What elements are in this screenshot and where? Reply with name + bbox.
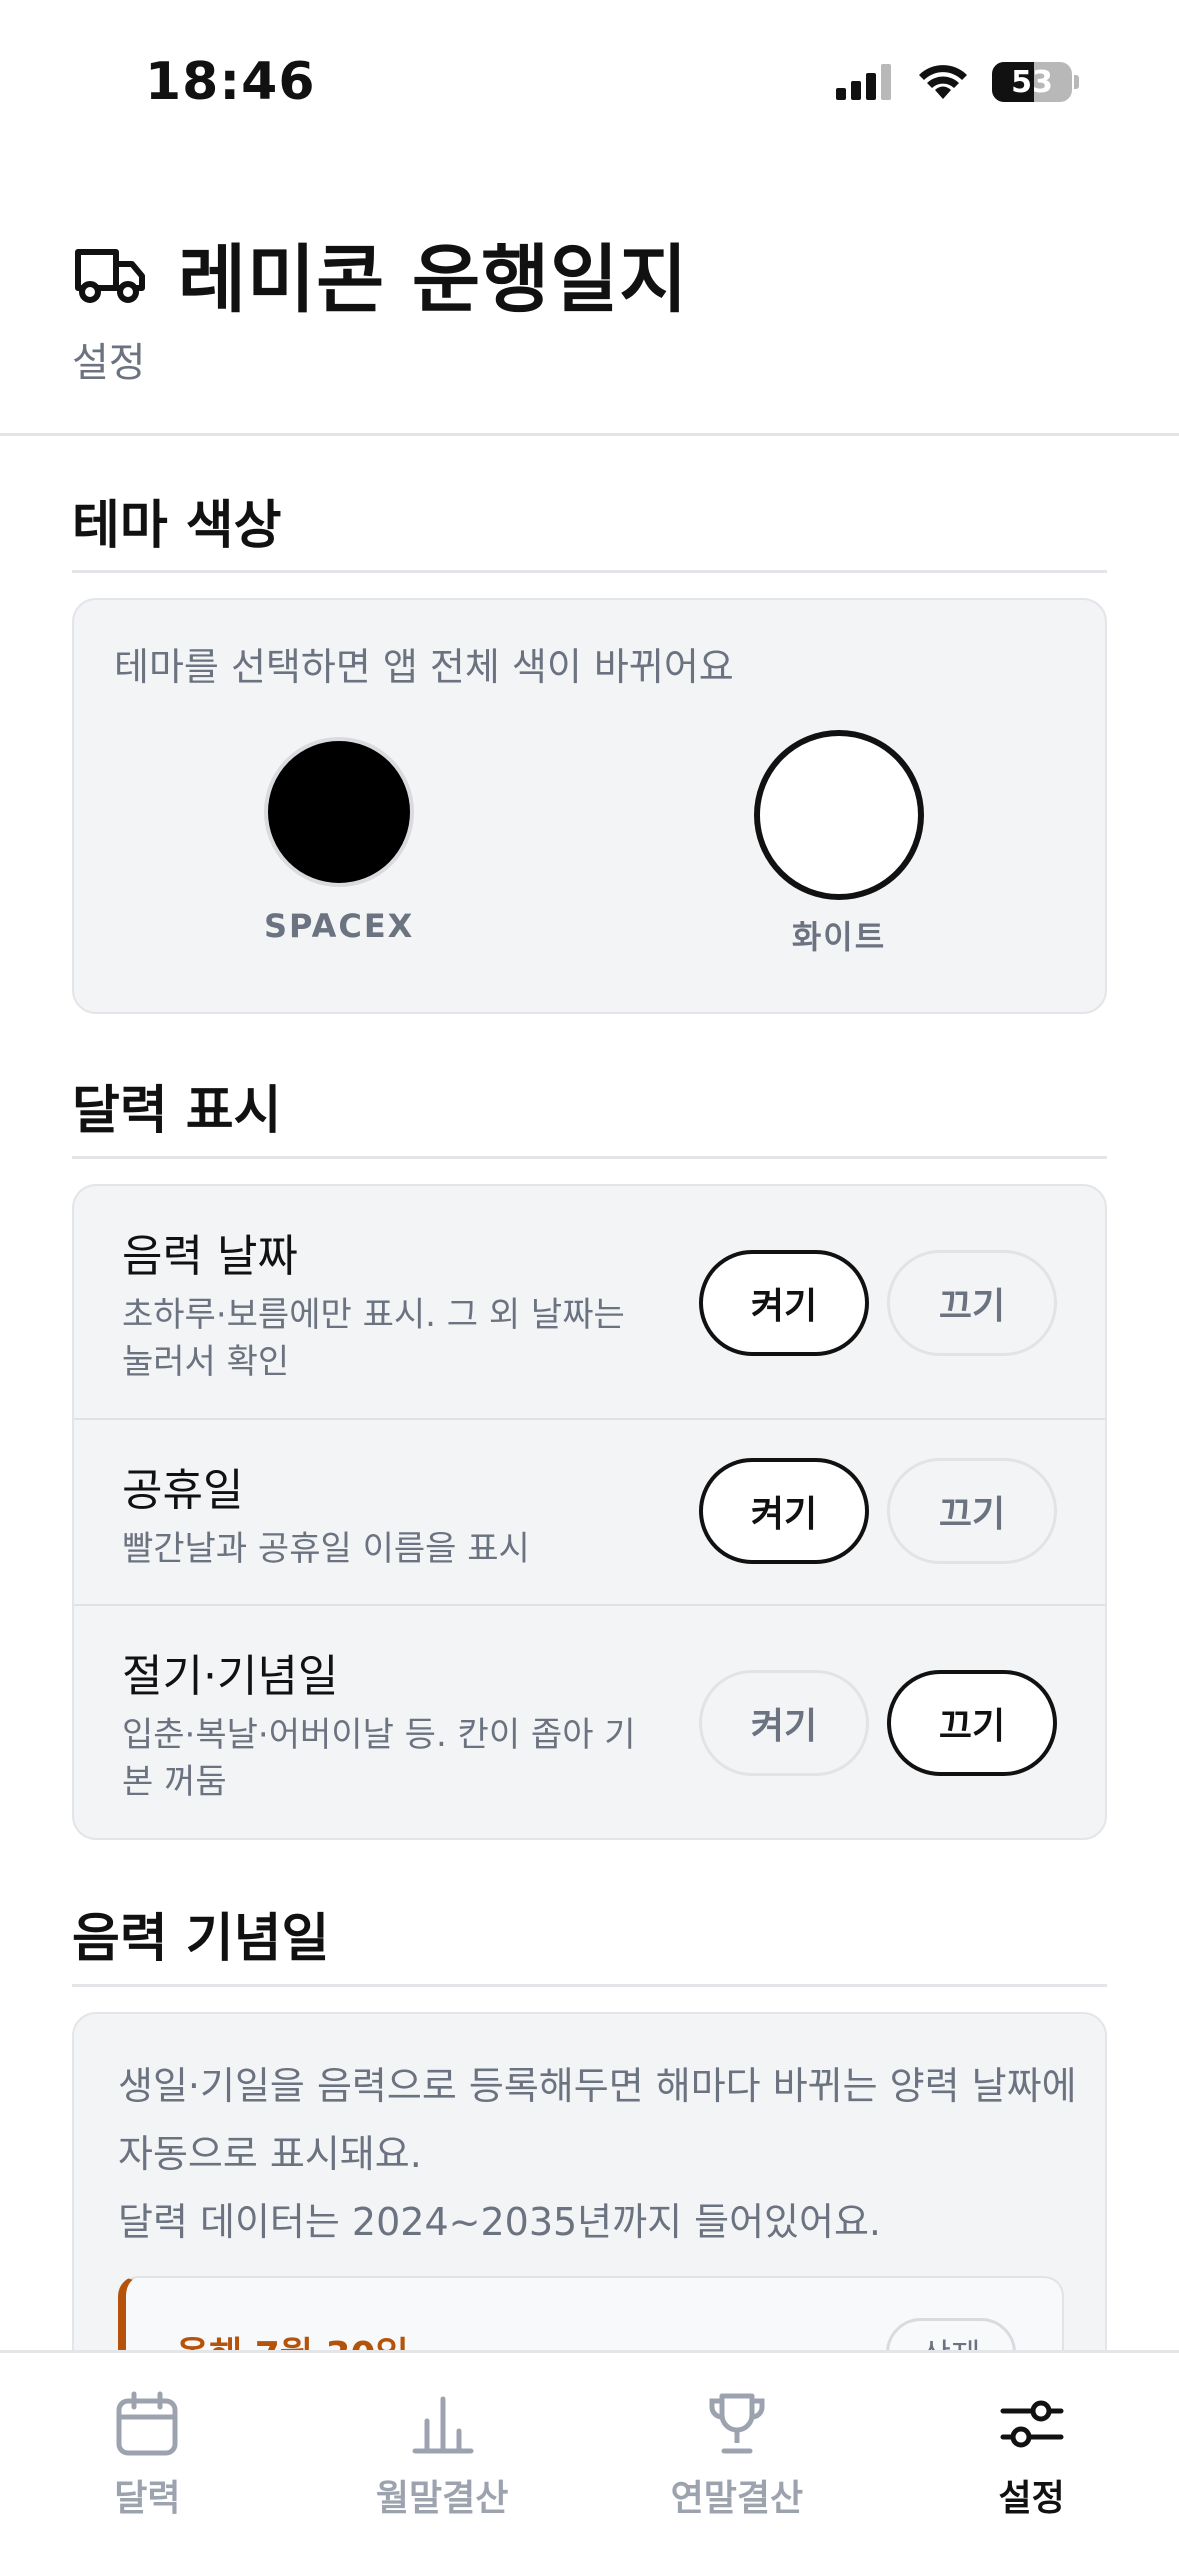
- holiday-on-button[interactable]: 켜기: [699, 1458, 869, 1564]
- battery-icon: 53: [992, 62, 1072, 102]
- calendar-section-title: 달력 표시: [72, 1081, 282, 1141]
- status-icons: 53: [836, 62, 1079, 102]
- lunar-description: 생일·기일을 음력으로 등록해두면 해마다 바뀌는 양력 날짜에 자동으로 표시…: [118, 2052, 1078, 2256]
- app-header: 레미콘 운행일지 설정: [0, 150, 1179, 436]
- theme-swatch-black[interactable]: [264, 737, 415, 887]
- lunar-description-line1: 생일·기일을 음력으로 등록해두면 해마다 바뀌는 양력 날짜에 자동으로 표시…: [118, 2064, 1077, 2176]
- tab-label: 달력: [114, 2478, 181, 2519]
- holiday-off-button[interactable]: 끄기: [887, 1458, 1057, 1564]
- bar-chart-icon: [412, 2396, 474, 2454]
- battery-level: 53: [1011, 64, 1053, 100]
- wifi-icon: [919, 65, 967, 99]
- status-time: 18:46: [145, 52, 316, 112]
- solar-terms-off-button[interactable]: 끄기: [887, 1670, 1057, 1776]
- row-description: 초하루·보름에만 표시. 그 외 날짜는 눌러서 확인: [122, 1295, 625, 1382]
- theme-label-spacex: SPACEX: [264, 907, 415, 945]
- calendar-icon: [116, 2391, 178, 2456]
- theme-label-white: 화이트: [791, 918, 887, 956]
- lunar-date-on-button[interactable]: 켜기: [699, 1250, 869, 1356]
- lunar-date-off-button[interactable]: 끄기: [887, 1250, 1057, 1356]
- signal-icon: [836, 64, 891, 100]
- row-description: 입춘·복날·어버이날 등. 칸이 좁아 기본 꺼둠: [122, 1715, 636, 1802]
- lunar-description-line2: 달력 데이터는 2024~2035년까지 들어있어요.: [118, 2200, 882, 2244]
- toggle-row-lunar-date: 음력 날짜 초하루·보름에만 표시. 그 외 날짜는 눌러서 확인 켜기 끄기: [74, 1186, 1105, 1420]
- section-divider: [72, 570, 1107, 573]
- tab-yearly-summary[interactable]: 연말결산: [590, 2353, 885, 2556]
- theme-option-white[interactable]: 화이트: [754, 730, 924, 958]
- theme-option-spacex[interactable]: SPACEX: [264, 730, 415, 945]
- toggle-row-holiday: 공휴일 빨간날과 공휴일 이름을 표시 켜기 끄기: [74, 1420, 1105, 1606]
- sliders-icon: [1000, 2400, 1064, 2448]
- section-divider: [72, 1984, 1107, 1987]
- calendar-display-card: 음력 날짜 초하루·보름에만 표시. 그 외 날짜는 눌러서 확인 켜기 끄기 …: [72, 1184, 1107, 1840]
- trophy-icon: [709, 2393, 765, 2454]
- section-divider: [72, 1156, 1107, 1159]
- tab-label: 연말결산: [670, 2478, 804, 2519]
- tab-calendar[interactable]: 달력: [0, 2353, 295, 2556]
- solar-terms-on-button[interactable]: 켜기: [699, 1670, 869, 1776]
- status-bar: 18:46 53: [0, 0, 1179, 150]
- theme-description: 테마를 선택하면 앱 전체 색이 바뀌어요: [114, 645, 734, 689]
- theme-swatch-white[interactable]: [754, 730, 924, 900]
- page-subtitle: 설정: [72, 340, 146, 386]
- theme-section-title: 테마 색상: [72, 496, 282, 556]
- tab-settings[interactable]: 설정: [884, 2353, 1179, 2556]
- tab-label: 월말결산: [375, 2478, 509, 2519]
- row-title: 공휴일: [122, 1465, 244, 1516]
- bottom-tab-bar: 달력 월말결산 연말결산 설정: [0, 2350, 1179, 2556]
- theme-card: 테마를 선택하면 앱 전체 색이 바뀌어요 SPACEX 화이트: [72, 598, 1107, 1014]
- lunar-section-title: 음력 기념일: [72, 1909, 330, 1969]
- toggle-row-solar-terms: 절기·기념일 입춘·복날·어버이날 등. 칸이 좁아 기본 꺼둠 켜기 끄기: [74, 1606, 1105, 1840]
- row-title: 음력 날짜: [122, 1231, 298, 1282]
- tab-monthly-summary[interactable]: 월말결산: [295, 2353, 590, 2556]
- row-title: 절기·기념일: [122, 1651, 339, 1702]
- row-description: 빨간날과 공휴일 이름을 표시: [122, 1529, 530, 1569]
- app-title: 레미콘 운행일지: [178, 237, 689, 323]
- tab-label: 설정: [998, 2478, 1065, 2519]
- truck-icon: [75, 248, 145, 303]
